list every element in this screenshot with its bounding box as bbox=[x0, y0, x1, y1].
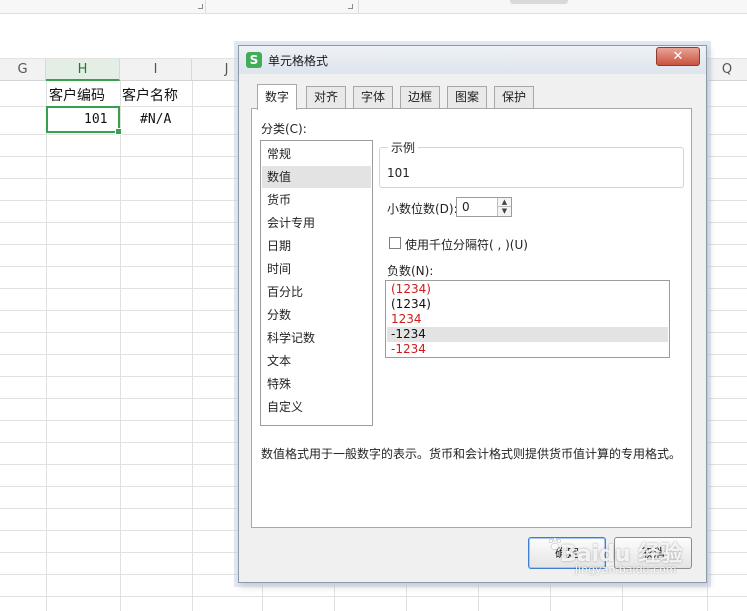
tab-protection[interactable]: 保护 bbox=[494, 86, 534, 109]
negative-option[interactable]: 1234 bbox=[387, 312, 668, 327]
format-description: 数值格式用于一般数字的表示。货币和会计格式则提供货币值计算的专用格式。 bbox=[261, 447, 682, 461]
category-item-accounting[interactable]: 会计专用 bbox=[262, 212, 371, 234]
negative-numbers-list[interactable]: (1234) (1234) 1234 -1234 -1234 bbox=[385, 280, 670, 358]
stepper-buttons: ▲ ▼ bbox=[497, 198, 511, 216]
close-button[interactable]: ✕ bbox=[656, 47, 700, 66]
sample-label: 示例 bbox=[388, 139, 419, 156]
category-item-fraction[interactable]: 分数 bbox=[262, 304, 371, 326]
column-header-h[interactable]: H bbox=[46, 59, 120, 81]
category-list[interactable]: 常规 数值 货币 会计专用 日期 时间 百分比 分数 科学记数 文本 特殊 自定… bbox=[260, 140, 373, 426]
cell-h-value[interactable]: 101 bbox=[84, 112, 107, 127]
wps-spreadsheet-icon: S bbox=[246, 52, 262, 68]
category-item-special[interactable]: 特殊 bbox=[262, 373, 371, 395]
dialog-titlebar[interactable]: S 单元格格式 ✕ bbox=[239, 46, 706, 74]
column-header-q[interactable]: Q bbox=[707, 59, 747, 81]
category-item-date[interactable]: 日期 bbox=[262, 235, 371, 257]
negative-option[interactable]: -1234 bbox=[387, 342, 668, 357]
dialog-launcher-icon[interactable] bbox=[348, 4, 353, 9]
cell-i-value[interactable]: #N/A bbox=[140, 112, 171, 127]
sample-value: 101 bbox=[387, 166, 410, 180]
negative-option[interactable]: (1234) bbox=[387, 282, 668, 297]
ribbon-separator bbox=[205, 0, 206, 13]
decimal-places-value[interactable]: 0 bbox=[462, 200, 470, 214]
number-tab-panel: 分类(C): 常规 数值 货币 会计专用 日期 时间 百分比 分数 科学记数 文… bbox=[251, 108, 692, 528]
negative-option[interactable]: (1234) bbox=[387, 297, 668, 312]
dialog-launcher-icon[interactable] bbox=[198, 4, 203, 9]
tab-font[interactable]: 字体 bbox=[353, 86, 393, 109]
category-item-general[interactable]: 常规 bbox=[262, 143, 371, 165]
category-item-text[interactable]: 文本 bbox=[262, 350, 371, 372]
close-icon: ✕ bbox=[672, 49, 684, 64]
category-item-custom[interactable]: 自定义 bbox=[262, 396, 371, 418]
sample-box: 示例 101 bbox=[379, 139, 684, 188]
tab-alignment[interactable]: 对齐 bbox=[306, 86, 346, 109]
tab-pattern[interactable]: 图案 bbox=[447, 86, 487, 109]
category-item-number[interactable]: 数值 bbox=[262, 166, 371, 188]
category-item-time[interactable]: 时间 bbox=[262, 258, 371, 280]
chevron-up-icon[interactable]: ▲ bbox=[498, 198, 511, 207]
column-header-i[interactable]: I bbox=[120, 59, 192, 81]
tab-border[interactable]: 边框 bbox=[400, 86, 440, 109]
decimal-places-stepper[interactable]: 0 ▲ ▼ bbox=[456, 197, 512, 217]
ribbon-button[interactable] bbox=[510, 0, 568, 4]
dialog-title: 单元格格式 bbox=[268, 54, 329, 68]
category-item-scientific[interactable]: 科学记数 bbox=[262, 327, 371, 349]
category-item-currency[interactable]: 货币 bbox=[262, 189, 371, 211]
negative-numbers-label: 负数(N): bbox=[387, 264, 434, 278]
ribbon-separator bbox=[358, 0, 359, 13]
negative-option-selected[interactable]: -1234 bbox=[387, 327, 668, 342]
category-label: 分类(C): bbox=[261, 122, 307, 136]
format-cells-dialog: S 单元格格式 ✕ 数字 对齐 字体 边框 图案 保护 分类(C): 常规 数值… bbox=[238, 45, 707, 583]
thousands-separator-checkbox[interactable] bbox=[389, 237, 401, 249]
tab-number[interactable]: 数字 bbox=[257, 84, 297, 110]
ribbon-strip bbox=[0, 0, 747, 14]
chevron-down-icon[interactable]: ▼ bbox=[498, 207, 511, 216]
watermark-subtext: jingyan.baidu.com bbox=[575, 563, 677, 576]
thousands-separator-label[interactable]: 使用千位分隔符( , )(U) bbox=[405, 236, 528, 253]
cell-i-header[interactable]: 客户名称 bbox=[122, 85, 178, 105]
column-header-g[interactable]: G bbox=[0, 59, 46, 81]
cell-h-header[interactable]: 客户编码 bbox=[49, 85, 105, 105]
active-cell-selection[interactable] bbox=[46, 106, 122, 135]
category-item-percentage[interactable]: 百分比 bbox=[262, 281, 371, 303]
decimal-places-label: 小数位数(D): bbox=[387, 202, 458, 216]
